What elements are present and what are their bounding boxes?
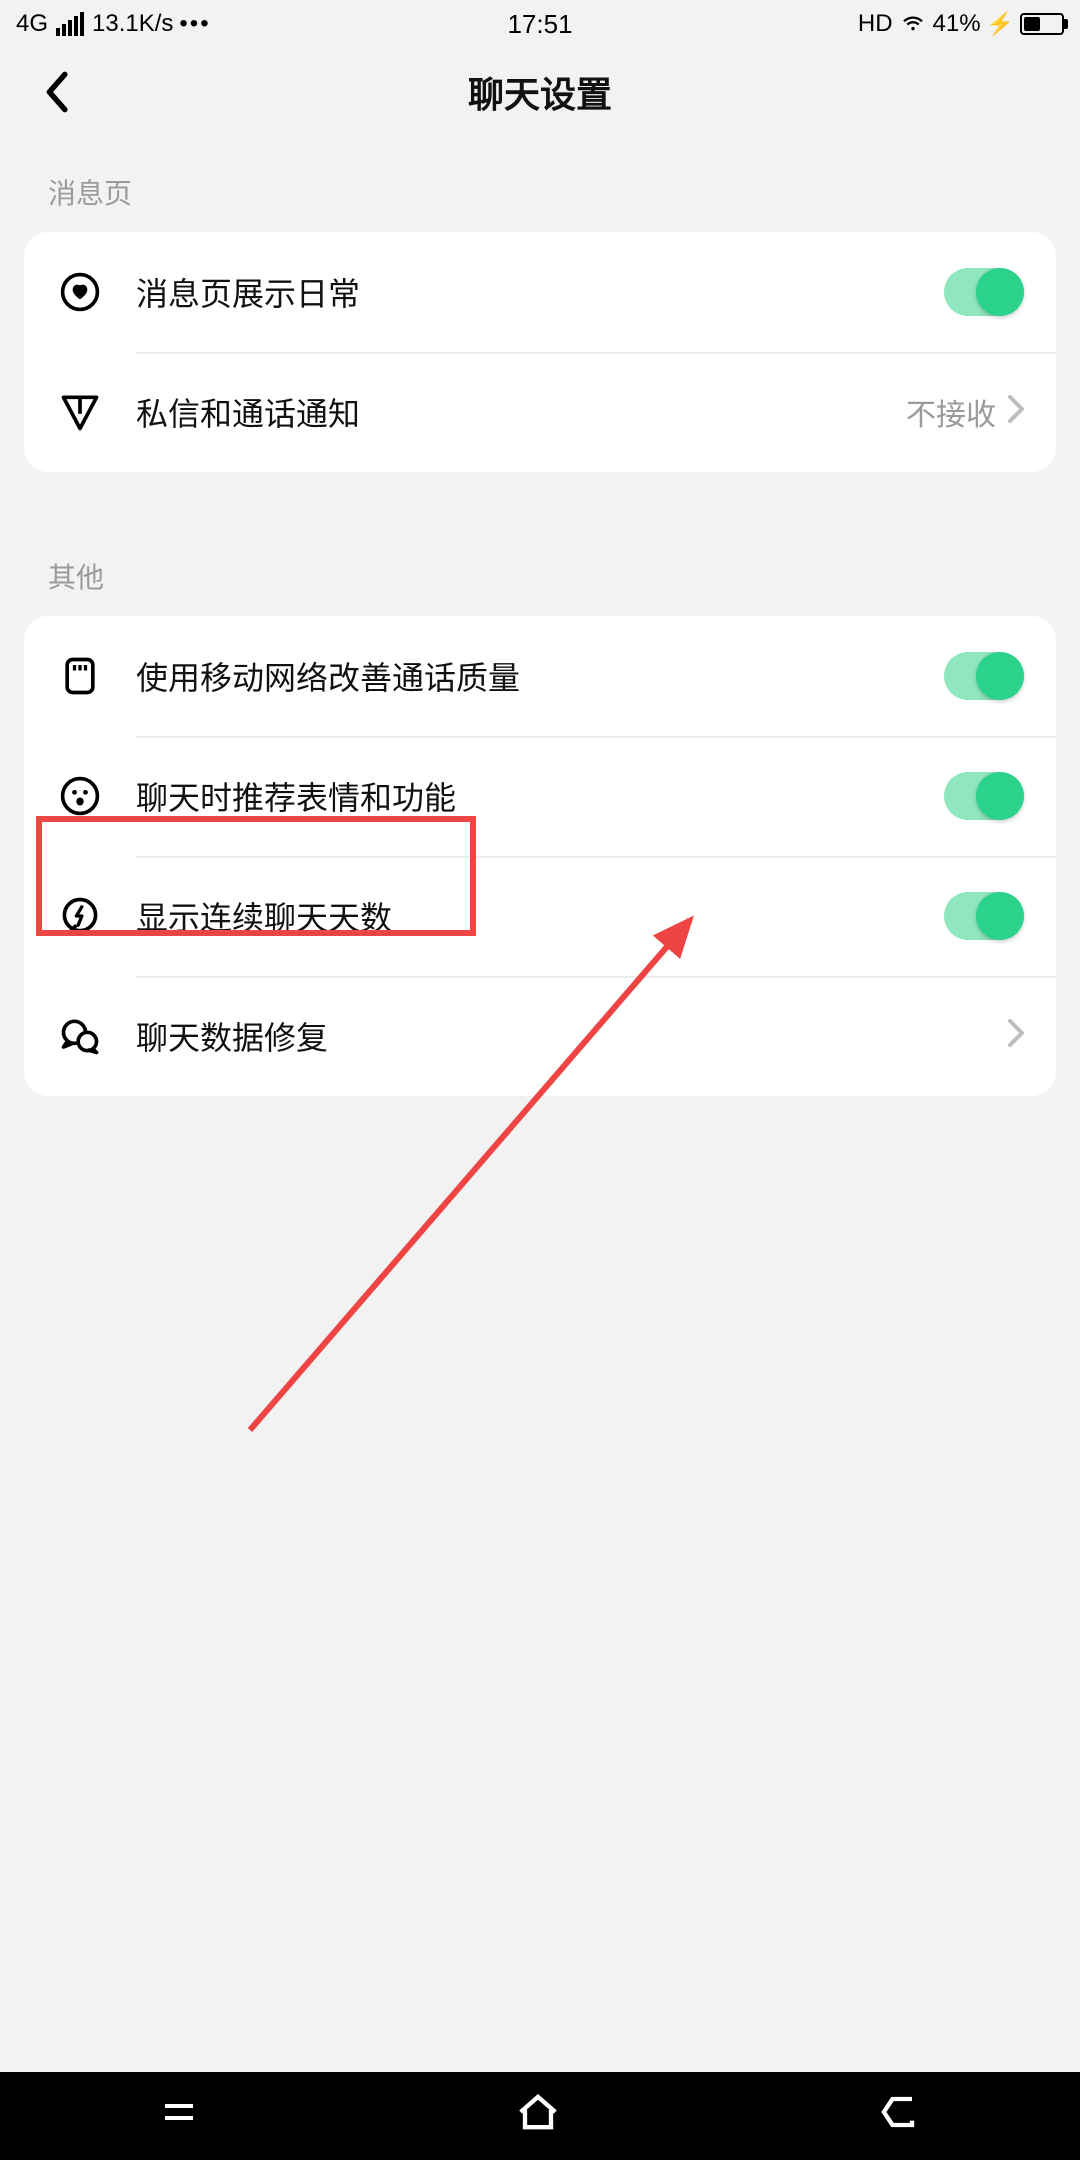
row-label: 消息页展示日常 [136, 269, 944, 315]
row-label: 使用移动网络改善通话质量 [136, 653, 944, 699]
sim-icon [56, 652, 104, 700]
row-chat-streak[interactable]: 显示连续聊天天数 [24, 856, 1056, 976]
chat-bubbles-icon [56, 1012, 104, 1060]
row-dm-notifications[interactable]: 私信和通话通知 不接收 [24, 352, 1056, 472]
system-nav-bar [0, 2072, 1080, 2160]
charging-icon: ⚡ [987, 11, 1014, 37]
row-label: 私信和通话通知 [136, 389, 906, 435]
row-label: 聊天数据修复 [136, 1013, 1008, 1059]
chevron-left-icon [42, 70, 70, 114]
chevron-right-icon [1008, 1018, 1024, 1055]
card-messages: 消息页展示日常 私信和通话通知 不接收 [24, 232, 1056, 472]
row-value: 不接收 [906, 390, 996, 434]
chevron-right-icon [1008, 394, 1024, 431]
app-header: 聊天设置 [0, 48, 1080, 136]
network-type: 4G [16, 10, 48, 38]
row-cellular-quality[interactable]: 使用移动网络改善通话质量 [24, 616, 1056, 736]
page-title: 聊天设置 [468, 66, 612, 118]
toggle-recommend-emoji[interactable] [944, 772, 1024, 820]
recent-apps-button[interactable] [155, 2088, 203, 2144]
hd-indicator: HD [858, 10, 893, 38]
battery-percent: 41% [933, 10, 981, 38]
row-label: 显示连续聊天天数 [136, 893, 944, 939]
section-header-messages: 消息页 [0, 136, 1080, 232]
toggle-cellular-quality[interactable] [944, 652, 1024, 700]
send-icon [56, 388, 104, 436]
status-bar: 4G 13.1K/s ••• 17:51 HD 41% ⚡ [0, 0, 1080, 48]
wifi-icon [899, 7, 927, 42]
home-button[interactable] [512, 2086, 564, 2146]
row-recommend-emoji[interactable]: 聊天时推荐表情和功能 [24, 736, 1056, 856]
card-other: 使用移动网络改善通话质量 聊天时推荐表情和功能 显示连续聊天天数 聊天数据修复 [24, 616, 1056, 1096]
section-header-other: 其他 [0, 472, 1080, 616]
signal-icon [56, 12, 84, 36]
network-speed: 13.1K/s [92, 10, 173, 38]
toggle-chat-streak[interactable] [944, 892, 1024, 940]
row-repair-data[interactable]: 聊天数据修复 [24, 976, 1056, 1096]
face-icon [56, 772, 104, 820]
bolt-bubble-icon [56, 892, 104, 940]
back-button[interactable] [16, 48, 96, 136]
system-back-button[interactable] [873, 2086, 925, 2146]
row-show-daily[interactable]: 消息页展示日常 [24, 232, 1056, 352]
heart-circle-icon [56, 268, 104, 316]
row-label: 聊天时推荐表情和功能 [136, 773, 944, 819]
toggle-show-daily[interactable] [944, 268, 1024, 316]
clock: 17:51 [507, 9, 572, 40]
battery-icon [1020, 13, 1064, 35]
more-icon: ••• [179, 10, 210, 38]
